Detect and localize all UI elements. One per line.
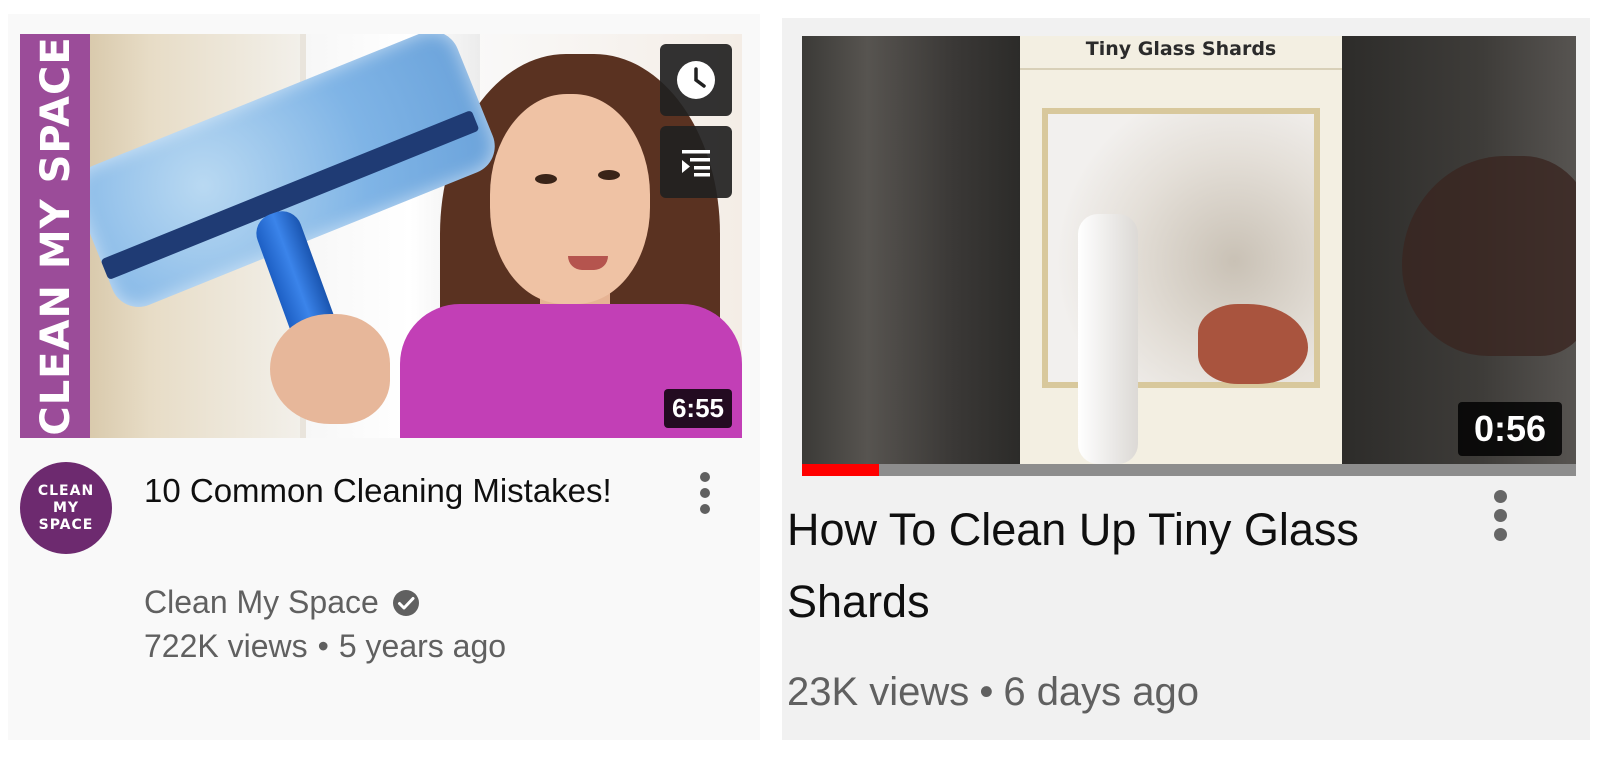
video-stats: 23K views • 6 days ago bbox=[787, 670, 1199, 715]
view-count: 23K views bbox=[787, 670, 970, 714]
video-thumbnail[interactable]: Tiny Glass Shards 0:56 bbox=[802, 36, 1576, 468]
kebab-menu-icon bbox=[700, 472, 710, 482]
avatar-text: MY bbox=[52, 499, 80, 516]
channel-name-row[interactable]: Clean My Space bbox=[144, 584, 421, 621]
kebab-menu-icon bbox=[700, 488, 710, 498]
thumbnail-eye bbox=[598, 170, 620, 180]
thumbnail-brand-band: CLEAN MY SPACE bbox=[20, 34, 90, 438]
channel-name[interactable]: Clean My Space bbox=[144, 584, 379, 621]
video-thumbnail[interactable]: CLEAN MY SPACE 6:55 bbox=[20, 34, 742, 438]
avatar-text: CLEAN bbox=[37, 482, 95, 499]
avatar-text: SPACE bbox=[38, 516, 94, 533]
video-title[interactable]: 10 Common Cleaning Mistakes! bbox=[144, 466, 664, 516]
kebab-menu-icon bbox=[1493, 509, 1507, 522]
channel-avatar[interactable]: CLEAN MY SPACE bbox=[20, 462, 112, 554]
kebab-menu-icon bbox=[700, 504, 710, 514]
add-to-queue-icon bbox=[682, 150, 710, 177]
separator-dot: • bbox=[317, 628, 329, 664]
thumbnail-tub-edge bbox=[1078, 214, 1138, 464]
watch-later-icon bbox=[677, 61, 715, 99]
thumbnail-blurred-left bbox=[802, 36, 1020, 468]
kebab-menu-icon bbox=[1493, 528, 1507, 541]
thumbnail-hand bbox=[1198, 304, 1308, 384]
upload-age: 5 years ago bbox=[338, 628, 507, 664]
watch-progress-fill bbox=[802, 464, 880, 476]
video-card-clean-my-space[interactable]: CLEAN MY SPACE 6:55 CLEAN MY SPACE 10 Co… bbox=[8, 14, 760, 740]
thumbnail-brand-text: CLEAN MY SPACE bbox=[33, 36, 79, 436]
video-title[interactable]: How To Clean Up Tiny Glass Shards bbox=[787, 494, 1487, 638]
video-duration: 6:55 bbox=[663, 389, 732, 428]
separator-dot: • bbox=[979, 670, 994, 714]
thumbnail-eye bbox=[535, 174, 557, 184]
video-card-glass-shards[interactable]: Tiny Glass Shards 0:56 How To Clean Up T… bbox=[782, 18, 1590, 740]
add-to-queue-button[interactable] bbox=[660, 126, 732, 198]
watch-progress-bar bbox=[802, 464, 1576, 476]
upload-age: 6 days ago bbox=[1003, 670, 1200, 714]
verified-badge-icon bbox=[392, 589, 419, 616]
more-actions-button[interactable] bbox=[1490, 490, 1510, 541]
kebab-menu-icon bbox=[1493, 490, 1507, 503]
thumbnail-center-frame: Tiny Glass Shards bbox=[1020, 36, 1342, 468]
thumbnail-hand bbox=[270, 314, 390, 424]
watch-later-button[interactable] bbox=[660, 44, 732, 116]
video-stats: 722K views • 5 years ago bbox=[144, 628, 506, 665]
video-duration: 0:56 bbox=[1457, 402, 1562, 456]
thumbnail-person-face bbox=[490, 94, 650, 304]
more-actions-button[interactable] bbox=[695, 472, 715, 514]
thumbnail-banner-text: Tiny Glass Shards bbox=[1020, 36, 1342, 70]
view-count: 722K views bbox=[144, 628, 308, 664]
thumbnail-inset-photo bbox=[1042, 108, 1320, 464]
